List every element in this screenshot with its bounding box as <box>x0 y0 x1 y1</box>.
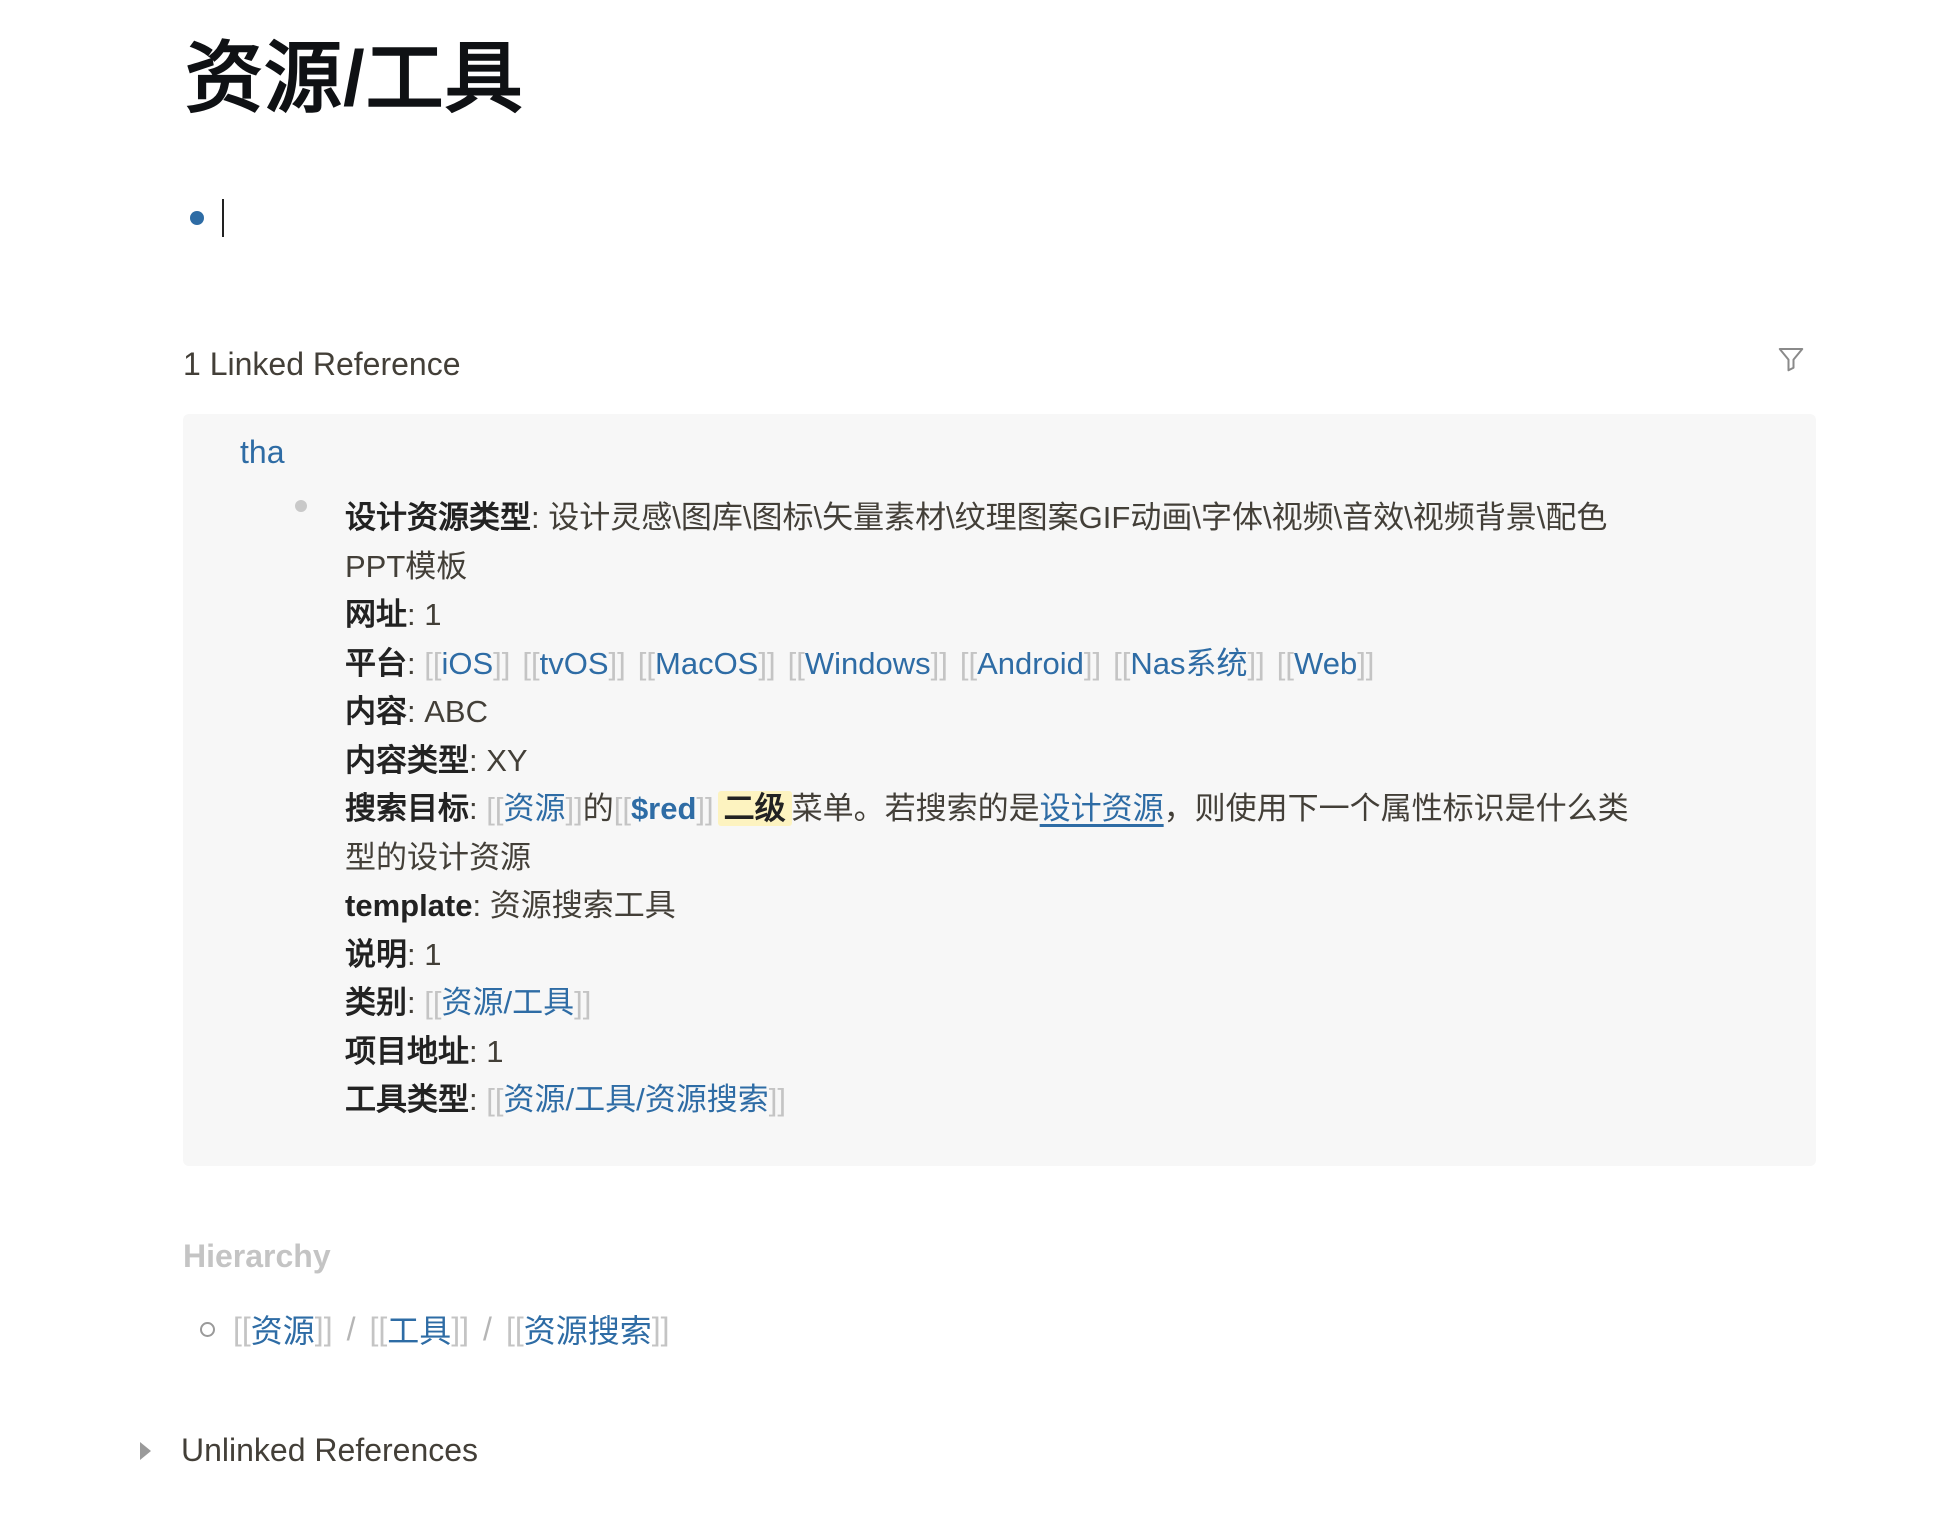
property-platform: 平台: [[iOS]] [[tvOS]] [[MacOS]] [[Windows]][… <box>345 645 1375 681</box>
property-design-type-continued: PPT模板 <box>345 543 1765 592</box>
property-block[interactable]: 设计资源类型: 设计灵感\图库\图标\矢量素材\纹理图案GIF动画\字体\视频\… <box>345 494 1765 1125</box>
property-category: 类别: [[资源/工具]] <box>345 985 592 1020</box>
unlinked-references-label: Unlinked References <box>181 1432 479 1468</box>
page-ref-resource[interactable]: 资源 <box>503 791 565 826</box>
property-key: 搜索目标 <box>345 791 469 826</box>
property-value: 1 <box>486 1033 504 1069</box>
page-ref-windows[interactable]: Windows <box>805 646 931 681</box>
hierarchy-breadcrumb: [[资源]] / [[工具]] / [[资源搜索]] <box>200 1306 670 1352</box>
filter-icon[interactable] <box>1776 344 1806 374</box>
property-key: 设计资源类型 <box>345 500 531 535</box>
property-design-type: 设计资源类型: 设计灵感\图库\图标\矢量素材\纹理图案GIF动画\字体\视频\… <box>345 494 1765 543</box>
property-search-target-continued: 型的设计资源 <box>345 839 531 875</box>
property-note: 说明: 1 <box>345 936 442 972</box>
property-value: 1 <box>424 597 442 632</box>
property-key: 内容类型 <box>345 742 469 778</box>
property-key: 平台 <box>345 645 407 681</box>
page-ref-macos[interactable]: MacOS <box>655 646 758 681</box>
reference-source-page-link[interactable]: tha <box>240 434 284 471</box>
property-tool-type: 工具类型: [[资源/工具/资源搜索]] <box>345 1082 786 1117</box>
property-key: 项目地址 <box>345 1033 469 1069</box>
hierarchy-bullet <box>200 1321 215 1337</box>
property-value: XY <box>486 742 528 778</box>
property-url: 网址: 1 <box>345 597 442 632</box>
block-bullet[interactable] <box>295 500 307 512</box>
property-project-address: 项目地址: 1 <box>345 1033 504 1069</box>
block-bullet[interactable] <box>190 211 204 225</box>
property-content-type: 内容类型: XY <box>345 742 528 778</box>
unlinked-references-toggle[interactable]: Unlinked References <box>140 1432 478 1469</box>
hierarchy-link-resource-search[interactable]: 资源搜索 <box>524 1306 652 1352</box>
property-template: template: 资源搜索工具 <box>345 888 676 923</box>
page-title[interactable]: 资源/工具 <box>185 30 524 126</box>
hierarchy-link-tool[interactable]: 工具 <box>387 1306 451 1352</box>
property-key: 工具类型 <box>345 1082 469 1117</box>
page-ref-tvos[interactable]: tvOS <box>540 646 609 681</box>
property-value: ABC <box>424 694 488 729</box>
property-content: 内容: ABC <box>345 694 488 729</box>
design-resource-link[interactable]: 设计资源 <box>1040 791 1164 826</box>
caret-right-icon[interactable] <box>140 1441 151 1460</box>
property-key: 说明 <box>345 936 407 972</box>
page-ref-red[interactable]: $red <box>631 791 696 826</box>
hierarchy-header: Hierarchy <box>183 1238 331 1274</box>
property-key: 网址 <box>345 597 407 632</box>
property-value: PPT模板 <box>345 548 468 584</box>
page-ref-android[interactable]: Android <box>977 646 1084 681</box>
property-key: 类别 <box>345 985 407 1020</box>
highlight-text: 二级 <box>717 791 792 826</box>
page-ref-web[interactable]: Web <box>1294 646 1357 681</box>
property-value: 1 <box>424 936 442 972</box>
empty-block[interactable] <box>190 198 224 238</box>
property-key: 内容 <box>345 694 407 729</box>
page-ref-nas[interactable]: Nas系统 <box>1130 646 1247 681</box>
page-ref-tool-type[interactable]: 资源/工具/资源搜索 <box>503 1082 768 1117</box>
property-key: template <box>345 888 473 923</box>
hierarchy-separator: / <box>346 1310 356 1347</box>
property-search-target: 搜索目标: [[资源]]的[[$red]] 二级 菜单。若搜索的是设计资源，则使用下… <box>345 791 1629 826</box>
property-value: 资源搜索工具 <box>489 888 676 923</box>
linked-references-header: 1 Linked Reference <box>183 346 461 382</box>
text-cursor <box>222 199 224 237</box>
page-ref-category[interactable]: 资源/工具 <box>441 985 574 1020</box>
hierarchy-separator: / <box>483 1310 492 1347</box>
linked-reference-card: tha 设计资源类型: 设计灵感\图库\图标\矢量素材\纹理图案GIF动画\字体… <box>183 414 1816 1166</box>
hierarchy-link-resource[interactable]: 资源 <box>251 1306 315 1352</box>
page-ref-ios[interactable]: iOS <box>441 646 493 681</box>
property-colon: : <box>531 500 549 535</box>
property-value: 设计灵感\图库\图标\矢量素材\纹理图案GIF动画\字体\视频\音效\视频背景\… <box>548 500 1608 535</box>
